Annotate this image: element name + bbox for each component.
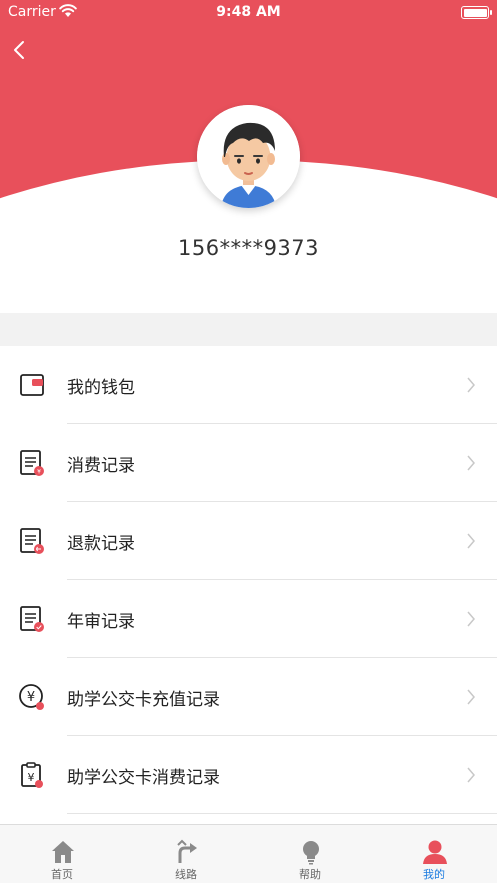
wallet-icon [20, 374, 44, 396]
battery-icon [461, 6, 492, 19]
back-button[interactable] [6, 36, 34, 64]
annual-review-record-icon [20, 606, 44, 632]
menu-item-annual-review-record[interactable]: 年审记录 [0, 580, 497, 658]
menu-list: 我的钱包 ¥ 消费记录 退款记录 年审记录 ¥ 助学公交卡充值记录 ¥ 助学公交… [0, 346, 497, 824]
menu-item-label: 年审记录 [67, 612, 135, 632]
user-icon [423, 840, 447, 864]
tab-mine[interactable]: 我的 [372, 825, 496, 883]
tab-label: 帮助 [299, 868, 321, 881]
avatar[interactable] [197, 105, 300, 208]
tab-home[interactable]: 首页 [0, 825, 124, 883]
menu-item-label: 消费记录 [67, 456, 135, 476]
tab-help[interactable]: 帮助 [248, 825, 372, 883]
menu-item-label: 我的钱包 [67, 378, 135, 398]
svg-text:¥: ¥ [37, 469, 41, 476]
menu-item-label: 助学公交卡充值记录 [67, 690, 220, 710]
phone-number: 156****9373 [177, 236, 320, 260]
student-card-consumption-icon: ¥ [21, 762, 43, 788]
status-time: 9:48 AM [216, 4, 281, 20]
chevron-right-icon [467, 767, 475, 783]
menu-item-student-card-consumption[interactable]: ¥ 助学公交卡消费记录 [0, 736, 497, 814]
menu-item-consumption-record[interactable]: ¥ 消费记录 [0, 424, 497, 502]
tab-bar: 首页 线路 帮助 我的 [0, 824, 497, 883]
chevron-right-icon [467, 533, 475, 549]
chevron-right-icon [467, 455, 475, 471]
menu-item-student-card-recharge[interactable]: ¥ 助学公交卡充值记录 [0, 658, 497, 736]
menu-item-label: 退款记录 [67, 534, 135, 554]
boy-avatar-icon [197, 105, 300, 208]
chevron-right-icon [467, 377, 475, 393]
svg-text:¥: ¥ [27, 690, 35, 705]
refund-record-icon [20, 528, 44, 554]
lightbulb-icon [303, 841, 319, 865]
tab-label: 首页 [51, 868, 73, 881]
chevron-right-icon [467, 611, 475, 627]
tab-label: 我的 [423, 868, 445, 881]
route-icon [177, 839, 197, 863]
tab-route[interactable]: 线路 [124, 825, 248, 883]
menu-item-label: 助学公交卡消费记录 [67, 768, 220, 788]
chevron-right-icon [467, 689, 475, 705]
tab-label: 线路 [175, 868, 197, 881]
menu-item-refund-record[interactable]: 退款记录 [0, 502, 497, 580]
home-icon [52, 841, 74, 863]
consumption-record-icon: ¥ [20, 450, 44, 476]
status-bar: Carrier 9:48 AM [0, 0, 497, 26]
menu-item-wallet[interactable]: 我的钱包 [0, 346, 497, 424]
chevron-left-icon [14, 41, 24, 59]
svg-text:¥: ¥ [28, 771, 35, 784]
student-card-recharge-icon: ¥ [19, 684, 44, 710]
